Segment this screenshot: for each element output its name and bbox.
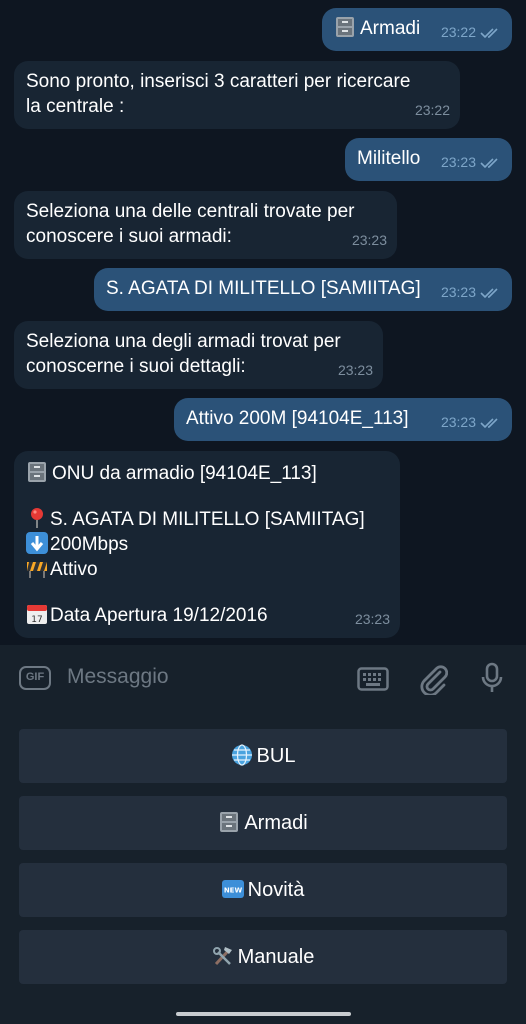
message-composer: GIF Messaggio bbox=[0, 645, 526, 711]
gif-button[interactable]: GIF bbox=[19, 666, 51, 690]
message-time: 23:22 bbox=[414, 102, 450, 118]
detail-speed: 200Mbps bbox=[50, 534, 129, 555]
message-text: Militello bbox=[357, 148, 421, 169]
keyboard-button-label: Manuale bbox=[237, 946, 315, 968]
detail-location: S. AGATA DI MILITELLO [SAMIITAG] bbox=[50, 509, 365, 530]
file-cabinet-icon bbox=[334, 16, 356, 38]
double-check-icon bbox=[480, 157, 502, 169]
message-line: conoscere i suoi armadi: bbox=[26, 226, 232, 247]
message-line: la centrale : bbox=[26, 96, 125, 117]
keyboard-button-label: Armadi bbox=[244, 812, 308, 834]
message-time: 23:22 bbox=[440, 24, 476, 40]
detail-title: ONU da armadio [94104E_113] bbox=[52, 463, 317, 484]
keyboard-button-label: BUL bbox=[256, 745, 296, 767]
file-cabinet-icon bbox=[26, 461, 48, 483]
message-time: 23:23 bbox=[440, 284, 476, 300]
message-bubble-outgoing[interactable]: Militello 23:23 bbox=[345, 138, 512, 181]
message-text: Armadi bbox=[360, 18, 421, 39]
message-time: 23:23 bbox=[337, 362, 373, 378]
message-bubble-outgoing[interactable]: S. AGATA DI MILITELLO [SAMIITAG] 23:23 bbox=[94, 268, 512, 311]
message-line: Seleziona una delle centrali trovate per bbox=[26, 201, 355, 222]
message-bubble-outgoing[interactable]: Attivo 200M [94104E_113] 23:23 bbox=[174, 398, 512, 441]
keyboard-button-armadi[interactable]: Armadi bbox=[19, 796, 507, 850]
keyboard-button-novita[interactable]: NEW Novità bbox=[19, 863, 507, 917]
new-badge-icon: NEW bbox=[221, 878, 244, 900]
keyboard-icon[interactable] bbox=[357, 667, 389, 696]
message-bubble-incoming[interactable]: Seleziona una delle centrali trovate per… bbox=[14, 191, 397, 259]
svg-text:17: 17 bbox=[31, 615, 42, 625]
message-time: 23:23 bbox=[440, 414, 476, 430]
message-time: 23:23 bbox=[351, 232, 387, 248]
message-line: Sono pronto, inserisci 3 caratteri per r… bbox=[26, 71, 411, 92]
message-time: 23:23 bbox=[354, 611, 390, 627]
svg-text:NEW: NEW bbox=[223, 887, 242, 895]
double-check-icon bbox=[480, 287, 502, 299]
bot-keyboard: BUL Armadi NEW Novità Manuale bbox=[0, 711, 526, 1024]
tools-icon bbox=[212, 945, 234, 967]
double-check-icon bbox=[480, 417, 502, 429]
message-line: conoscerne i suoi dettagli: bbox=[26, 356, 246, 377]
globe-icon bbox=[231, 744, 253, 766]
chat-area[interactable]: Armadi 23:22 Sono pronto, inserisci 3 ca… bbox=[0, 0, 526, 645]
message-input[interactable]: Messaggio bbox=[67, 665, 169, 689]
down-arrow-icon bbox=[26, 532, 48, 554]
message-bubble-incoming[interactable]: ONU da armadio [94104E_113] S. AGATA DI … bbox=[14, 451, 400, 638]
detail-status: Attivo bbox=[50, 559, 98, 580]
gesture-navigation-bar[interactable] bbox=[176, 1012, 351, 1016]
message-text: Attivo 200M [94104E_113] bbox=[186, 408, 409, 429]
message-text: S. AGATA DI MILITELLO [SAMIITAG] bbox=[106, 278, 421, 299]
construction-icon bbox=[26, 557, 48, 579]
file-cabinet-icon bbox=[218, 811, 240, 833]
message-bubble-incoming[interactable]: Seleziona una degli armadi trovat per co… bbox=[14, 321, 383, 389]
attach-icon[interactable] bbox=[418, 663, 449, 700]
keyboard-button-label: Novità bbox=[247, 879, 305, 901]
double-check-icon bbox=[480, 27, 502, 39]
keyboard-button-manuale[interactable]: Manuale bbox=[19, 930, 507, 984]
message-line: Seleziona una degli armadi trovat per bbox=[26, 331, 341, 352]
round-pushpin-icon bbox=[26, 507, 48, 529]
detail-date-value: 19/12/2016 bbox=[172, 605, 268, 626]
message-bubble-outgoing[interactable]: Armadi 23:22 bbox=[322, 8, 512, 51]
microphone-icon[interactable] bbox=[480, 662, 504, 699]
calendar-icon: 17 bbox=[26, 603, 48, 625]
message-bubble-incoming[interactable]: Sono pronto, inserisci 3 caratteri per r… bbox=[14, 61, 460, 129]
message-time: 23:23 bbox=[440, 154, 476, 170]
keyboard-button-bul[interactable]: BUL bbox=[19, 729, 507, 783]
detail-date-label: Data Apertura bbox=[50, 605, 168, 626]
